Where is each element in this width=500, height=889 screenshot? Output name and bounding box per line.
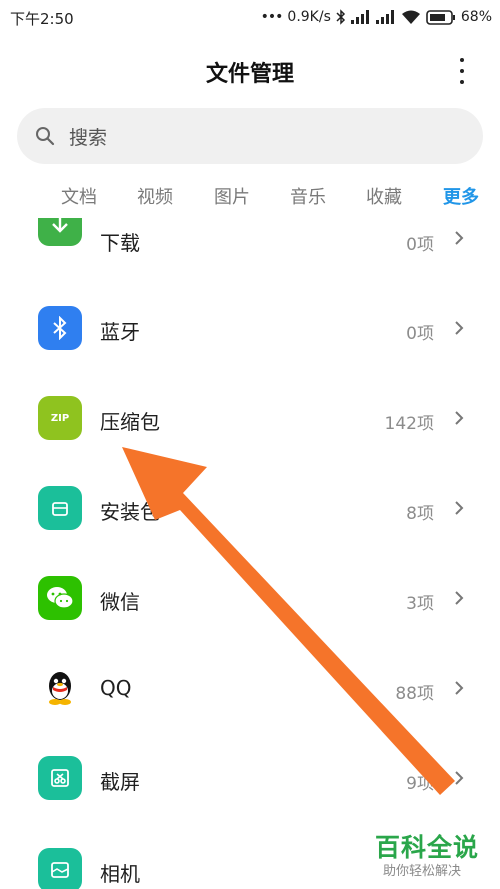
qq-icon [38,666,82,710]
list-item-count: 142项 [384,414,434,434]
chevron-right-icon [454,230,464,250]
list-item-wechat[interactable]: 微信 3项 [0,553,500,643]
apk-icon [38,486,82,530]
zip-icon-text: ZIP [50,412,70,424]
list-item-apk[interactable]: 安装包 8项 [0,463,500,553]
zip-icon: ZIP [38,396,82,440]
wechat-icon [38,576,82,620]
list-item-qq[interactable]: QQ 88项 [0,643,500,733]
list-item-label: 微信 [100,590,140,614]
list-item-bluetooth[interactable]: 蓝牙 0项 [0,283,500,373]
list-item-download[interactable]: 下载 0项 [0,218,500,262]
chevron-right-icon [454,680,464,700]
list-item-label: 压缩包 [100,410,160,434]
chevron-right-icon [454,500,464,520]
chevron-right-icon [454,320,464,340]
chevron-right-icon [454,410,464,430]
chevron-right-icon [454,770,464,790]
list-item-count: 8项 [406,504,434,524]
list-item-archives[interactable]: ZIP 压缩包 142项 [0,373,500,463]
list-item-label: 截屏 [100,770,140,794]
list-item-label: 下载 [100,231,140,255]
screenshot-icon [38,756,82,800]
list-item-count: 0项 [406,235,434,255]
list-item-count: 9项 [406,774,434,794]
list-item-count: 88项 [395,684,434,704]
list-item-screenshots[interactable]: 截屏 9项 [0,733,500,823]
bluetooth-icon [38,306,82,350]
watermark-title: 百科全说 [375,833,480,862]
watermark-subtitle: 助你轻松解决 [383,864,462,879]
chevron-right-icon [454,590,464,610]
list-item-label: 相机 [100,862,140,886]
download-icon [38,218,82,246]
list-item-label: QQ [100,676,132,700]
list-item-count: 0项 [406,324,434,344]
list-item-count: 3项 [406,594,434,614]
camera-icon [38,848,82,889]
list-item-label: 蓝牙 [100,320,140,344]
list-item-label: 安装包 [100,500,160,524]
category-list: 下载 0项 蓝牙 0项 ZIP 压缩包 142项 安装包 8项 微信 3项 QQ… [0,0,500,889]
